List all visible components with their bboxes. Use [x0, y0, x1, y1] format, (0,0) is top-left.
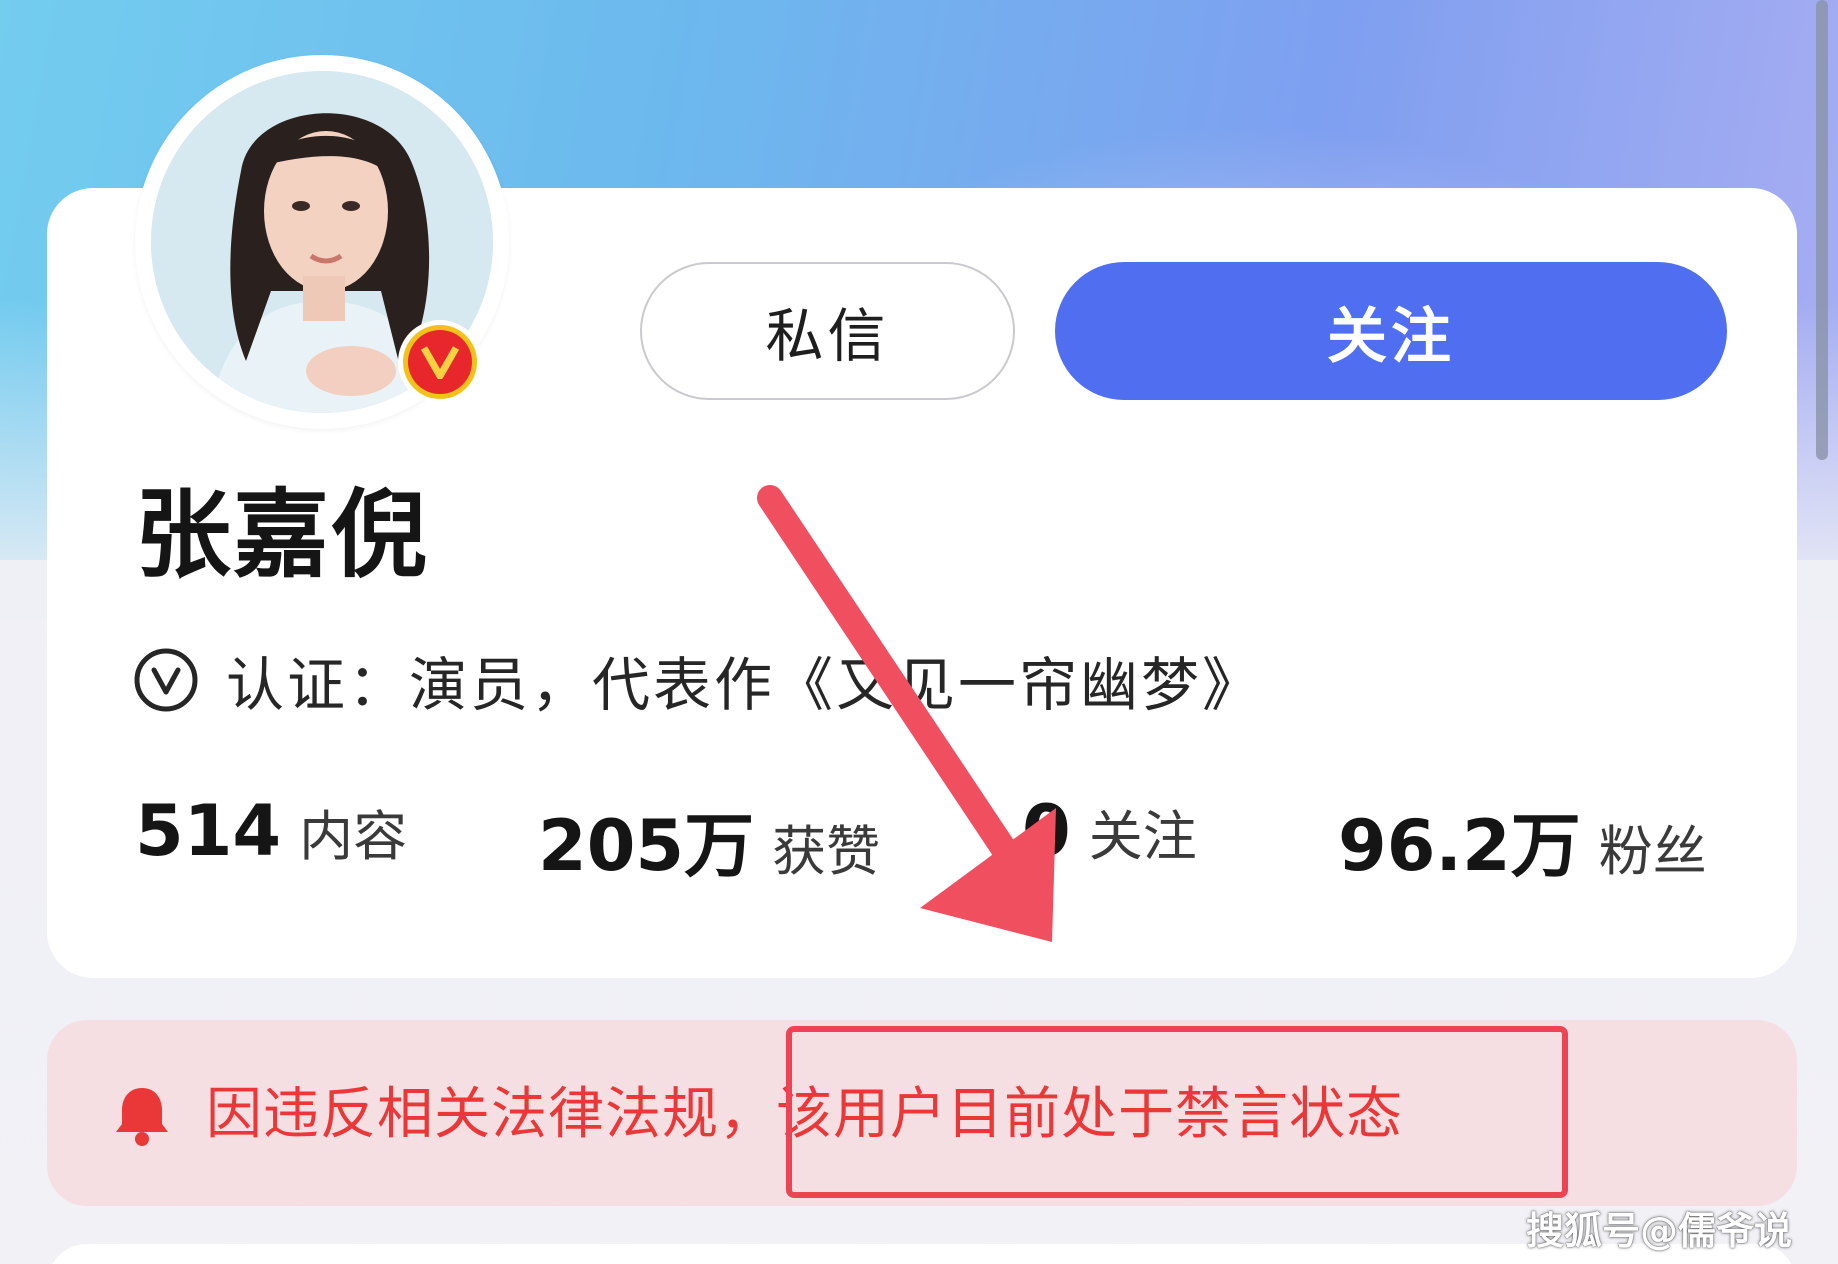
verified-v-icon [408, 330, 472, 394]
stat-value: 205万 [538, 805, 755, 887]
message-button[interactable]: 私信 [640, 262, 1015, 400]
verification-row: 认证：演员，代表作《又见一帘幽梦》 [132, 640, 1263, 720]
stat-label: 内容 [299, 805, 408, 868]
stat-followers[interactable]: 96.2万 粉丝 [1338, 790, 1707, 891]
verified-badge [398, 320, 482, 404]
stat-label: 粉丝 [1598, 820, 1707, 883]
stat-value: 96.2万 [1338, 805, 1581, 887]
stats-row: 514 内容 205万 获赞 0 关注 96.2万 粉丝 [0, 790, 1838, 890]
scrollbar[interactable] [1816, 0, 1828, 460]
follow-button[interactable]: 关注 [1055, 262, 1727, 400]
stat-value: 0 [1022, 790, 1071, 872]
annotation-highlight-box [786, 1026, 1568, 1198]
stat-label: 关注 [1088, 805, 1197, 868]
bell-icon [116, 1088, 168, 1146]
stat-following[interactable]: 0 关注 [1022, 790, 1197, 872]
stat-label: 获赞 [772, 820, 881, 883]
watermark: 搜狐号@儒爷说 [1525, 1209, 1792, 1253]
profile-name: 张嘉倪 [135, 479, 429, 591]
stat-content[interactable]: 514 内容 [135, 790, 407, 872]
stat-likes[interactable]: 205万 获赞 [538, 790, 880, 891]
stat-value: 514 [135, 790, 282, 872]
verification-text: 认证：演员，代表作《又见一帘幽梦》 [226, 651, 1264, 719]
verified-v-icon [134, 648, 198, 712]
